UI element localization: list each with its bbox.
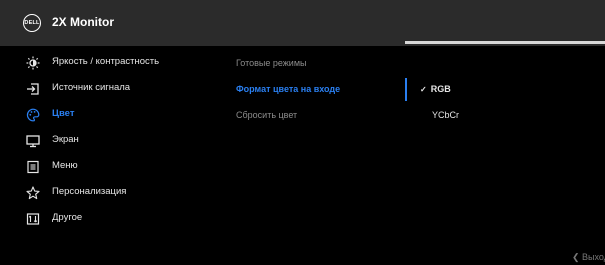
menu-item-personalize[interactable]: Персонализация	[0, 182, 210, 204]
menu-item-input-source[interactable]: Источник сигнала	[0, 78, 210, 100]
monitor-title: 2X Monitor	[52, 15, 114, 29]
check-icon: ✓	[420, 85, 427, 94]
star-icon	[25, 185, 41, 201]
menu-item-menu[interactable]: Меню	[0, 156, 210, 178]
option-label: RGB	[430, 84, 451, 94]
menu-item-label: Персонализация	[52, 186, 127, 197]
menu-item-label: Экран	[52, 134, 79, 145]
menu-item-color[interactable]: Цвет	[0, 104, 210, 126]
option-ycbcr[interactable]: YCbCr	[432, 110, 459, 120]
menu-item-other[interactable]: Другое	[0, 208, 210, 230]
menu-item-label: Меню	[52, 160, 78, 171]
submenu-item-reset-color[interactable]: Сбросить цвет	[236, 110, 297, 120]
menu-icon	[25, 159, 41, 175]
menu-item-label: Другое	[52, 212, 83, 223]
menu-item-label: Цвет	[52, 108, 75, 119]
dell-logo: DELL	[23, 14, 41, 32]
input-source-icon	[25, 81, 41, 97]
submenu-item-preset-modes[interactable]: Готовые режимы	[236, 58, 306, 68]
other-icon	[25, 211, 41, 227]
display-icon	[25, 133, 41, 149]
menu-item-label: Источник сигнала	[52, 82, 131, 93]
option-label: YCbCr	[432, 110, 460, 120]
selection-indicator	[405, 78, 407, 101]
menu-item-label: Яркость / контрастность	[52, 56, 160, 67]
osd-header: DELL 2X Monitor	[0, 0, 605, 46]
menu-item-brightness-contrast[interactable]: Яркость / контрастность	[0, 52, 210, 74]
option-rgb[interactable]: ✓ RGB	[420, 84, 451, 94]
color-palette-icon	[25, 107, 41, 123]
brightness-icon	[25, 55, 41, 71]
submenu-item-input-color-format[interactable]: Формат цвета на входе	[236, 84, 340, 94]
menu-item-display[interactable]: Экран	[0, 130, 210, 152]
exit-button[interactable]: ❮ Выход	[572, 252, 605, 263]
header-divider	[405, 41, 605, 44]
